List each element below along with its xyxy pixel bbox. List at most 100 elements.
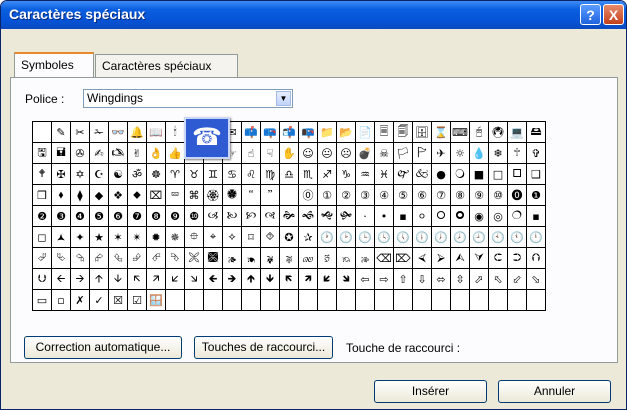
- symbol-cell[interactable]: ☺: [298, 142, 318, 164]
- symbol-cell[interactable]: ❻: [108, 205, 128, 227]
- symbol-cell[interactable]: ❼: [127, 205, 147, 227]
- symbol-cell[interactable]: ♑: [336, 163, 356, 185]
- symbol-cell[interactable]: ✍: [89, 142, 109, 164]
- symbol-cell[interactable]: ⬂: [526, 268, 546, 290]
- symbol-cell[interactable]: 🞐: [507, 163, 527, 185]
- symbol-cell[interactable]: 🔾: [450, 163, 470, 185]
- symbol-cell[interactable]: ☠: [374, 142, 394, 164]
- symbol-cell[interactable]: 🡨: [51, 268, 71, 290]
- symbol-cell[interactable]: ❽: [146, 205, 166, 227]
- symbol-cell[interactable]: 🙐: [298, 247, 318, 269]
- symbol-cell[interactable]: ☯: [108, 163, 128, 185]
- tab-symbols[interactable]: Symboles: [14, 52, 94, 78]
- symbol-cell[interactable]: ▭: [32, 289, 52, 311]
- symbol-cell[interactable]: 💣: [355, 142, 375, 164]
- symbol-cell[interactable]: ✡: [70, 163, 90, 185]
- symbol-cell[interactable]: ✵: [165, 226, 185, 248]
- symbol-cell[interactable]: ⇳: [450, 268, 470, 290]
- symbol-cell[interactable]: 🡸: [203, 268, 223, 290]
- symbol-cell[interactable]: 🙞: [279, 205, 299, 227]
- symbol-cell[interactable]: ❒: [32, 184, 52, 206]
- symbol-cell[interactable]: 🙜: [298, 205, 318, 227]
- symbol-cell[interactable]: 🙝: [317, 205, 337, 227]
- symbol-cell[interactable]: ⮲: [70, 247, 90, 269]
- symbol-cell[interactable]: ★: [89, 226, 109, 248]
- symbol-cell[interactable]: 🕛: [526, 226, 546, 248]
- symbol-cell[interactable]: 🕆: [507, 142, 527, 164]
- symbol-cell[interactable]: 🖴: [526, 121, 546, 143]
- symbol-cell[interactable]: [203, 289, 223, 311]
- symbol-cell[interactable]: ♊: [203, 163, 223, 185]
- symbol-cell[interactable]: ⮋: [32, 268, 52, 290]
- symbol-cell[interactable]: ⮶: [146, 247, 166, 269]
- symbol-cell[interactable]: ▫: [51, 289, 71, 311]
- symbol-cell[interactable]: ⮹: [165, 184, 185, 206]
- symbol-cell[interactable]: 🙷: [260, 184, 280, 206]
- symbol-cell[interactable]: ♍: [260, 163, 280, 185]
- symbol-cell[interactable]: ⇦: [355, 268, 375, 290]
- symbol-cell[interactable]: [241, 289, 261, 311]
- symbol-cell[interactable]: ④: [374, 184, 394, 206]
- symbol-cell[interactable]: ♎: [279, 163, 299, 185]
- symbol-cell[interactable]: 🕓: [374, 226, 394, 248]
- symbol-cell[interactable]: ■: [469, 163, 489, 185]
- symbol-cell[interactable]: [374, 289, 394, 311]
- symbol-cell[interactable]: 🕙: [488, 226, 508, 248]
- symbol-cell[interactable]: ♉: [184, 163, 204, 185]
- symbol-cell[interactable]: ✰: [298, 226, 318, 248]
- symbol-cell[interactable]: ☹: [336, 142, 356, 164]
- symbol-cell[interactable]: ⓪: [298, 184, 318, 206]
- symbol-cell[interactable]: •: [374, 205, 394, 227]
- symbol-cell[interactable]: 🡪: [70, 268, 90, 290]
- symbol-cell[interactable]: ⌘: [184, 184, 204, 206]
- symbol-cell[interactable]: 📪: [260, 121, 280, 143]
- symbol-cell[interactable]: ✈: [431, 142, 451, 164]
- symbol-cell[interactable]: ☝: [241, 142, 261, 164]
- symbol-cell[interactable]: 🕕: [412, 226, 432, 248]
- symbol-cell[interactable]: 📄: [355, 121, 375, 143]
- symbol-cell[interactable]: 🏳: [393, 142, 413, 164]
- symbol-cell[interactable]: 🖫: [32, 142, 52, 164]
- symbol-cell[interactable]: 🙗: [260, 247, 280, 269]
- symbol-cell[interactable]: 🖎: [108, 142, 128, 164]
- symbol-cell[interactable]: ✪: [279, 226, 299, 248]
- symbol-cell[interactable]: ♋: [222, 163, 242, 185]
- symbol-cell[interactable]: ❾: [165, 205, 185, 227]
- symbol-cell[interactable]: ❷: [32, 205, 52, 227]
- symbol-cell[interactable]: [279, 184, 299, 206]
- symbol-cell[interactable]: 👌: [146, 142, 166, 164]
- symbol-cell[interactable]: [488, 289, 508, 311]
- symbol-cell[interactable]: 🕯: [165, 121, 185, 143]
- symbol-cell[interactable]: 🙶: [241, 184, 261, 206]
- symbol-cell[interactable]: 📖: [146, 121, 166, 143]
- symbol-cell[interactable]: 🙔: [241, 247, 261, 269]
- symbol-cell[interactable]: ✹: [146, 226, 166, 248]
- symbol-cell[interactable]: ⮰: [32, 247, 52, 269]
- symbol-cell[interactable]: ▪: [393, 205, 413, 227]
- symbol-cell[interactable]: ✁: [89, 121, 109, 143]
- symbol-cell[interactable]: ☒: [108, 289, 128, 311]
- symbol-cell[interactable]: [32, 121, 52, 143]
- symbol-cell[interactable]: 🞆: [431, 205, 451, 227]
- symbol-cell[interactable]: [165, 289, 185, 311]
- symbol-cell[interactable]: 🡬: [127, 268, 147, 290]
- symbol-cell[interactable]: 📂: [336, 121, 356, 143]
- font-select[interactable]: Wingdings ▼: [83, 89, 293, 108]
- symbol-cell[interactable]: 🕘: [469, 226, 489, 248]
- symbol-cell[interactable]: 🗄: [412, 121, 432, 143]
- symbol-cell[interactable]: ⮴: [108, 247, 128, 269]
- symbol-cell[interactable]: 🏱: [412, 142, 432, 164]
- symbol-cell[interactable]: 👍: [165, 142, 185, 164]
- symbol-cell[interactable]: 🞈: [450, 205, 470, 227]
- close-button[interactable]: X: [603, 4, 624, 25]
- symbol-cell[interactable]: 🙣: [260, 205, 280, 227]
- symbol-cell[interactable]: ⮙: [450, 247, 470, 269]
- symbol-cell[interactable]: 🙰: [393, 163, 413, 185]
- symbol-cell[interactable]: 🕔: [393, 226, 413, 248]
- symbol-cell[interactable]: 🡫: [108, 268, 128, 290]
- symbol-cell[interactable]: ✓: [89, 289, 109, 311]
- symbol-cell[interactable]: [507, 289, 527, 311]
- symbol-cell[interactable]: 😐: [317, 142, 337, 164]
- symbol-cell[interactable]: 🕑: [336, 226, 356, 248]
- symbol-cell[interactable]: 🕈: [32, 163, 52, 185]
